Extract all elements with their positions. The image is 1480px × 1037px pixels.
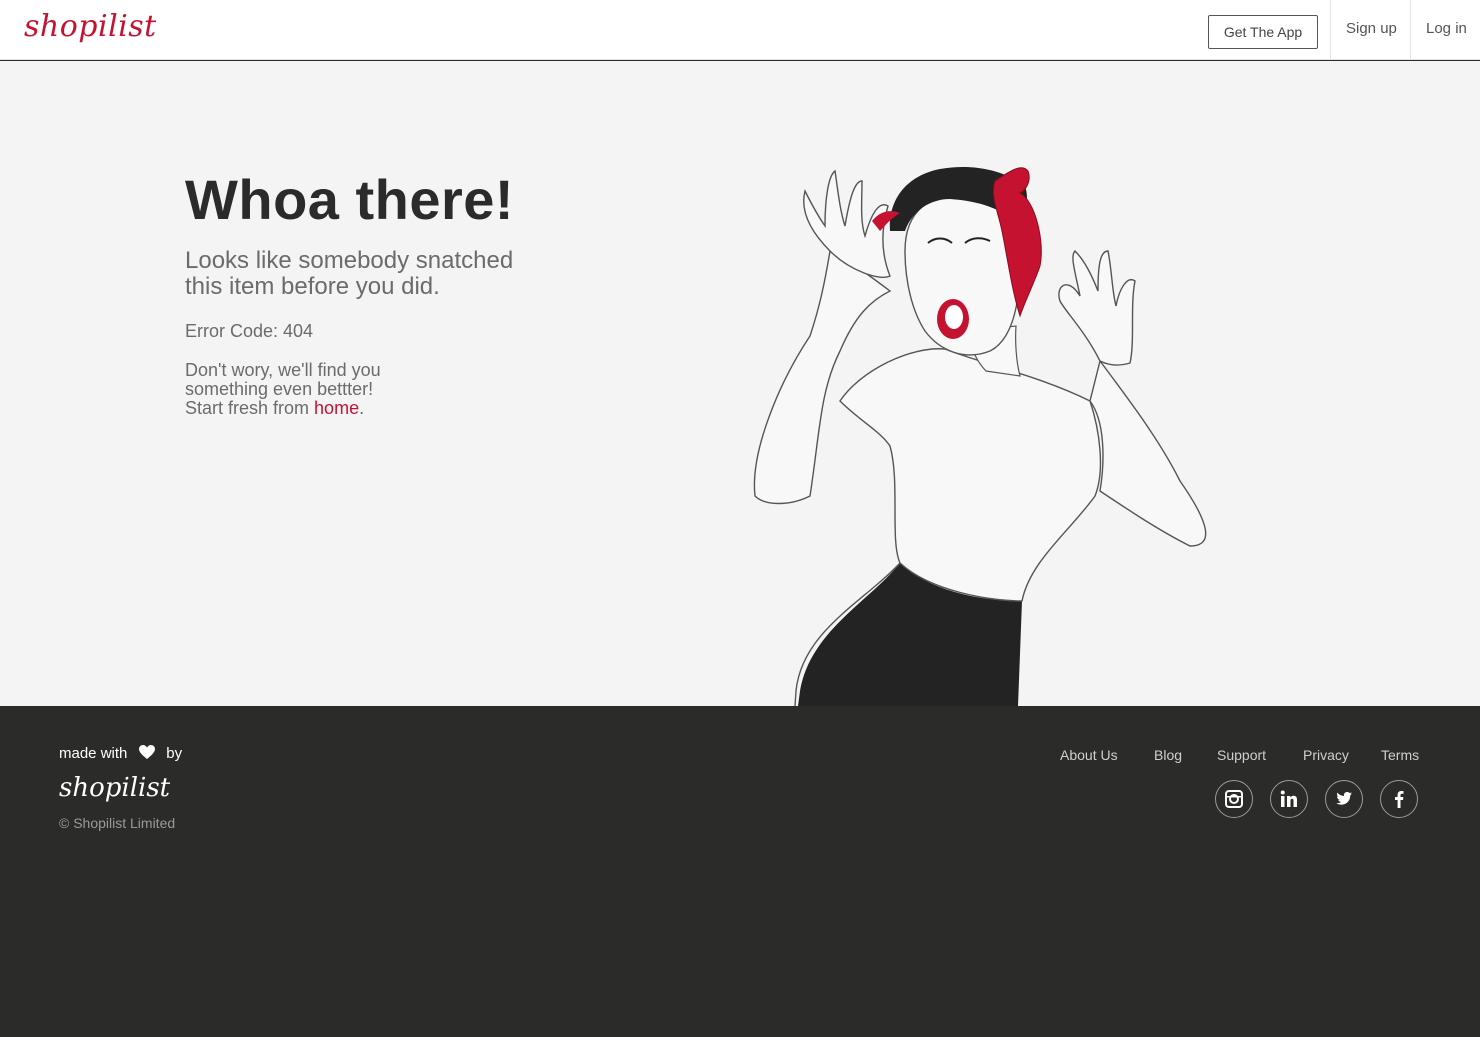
copyright: © Shopilist Limited — [59, 815, 176, 831]
login-link[interactable]: Log in — [1426, 20, 1467, 37]
start-fresh-text: Start fresh from — [185, 398, 315, 418]
page-title: Whoa there! — [185, 168, 515, 231]
instagram-icon — [1225, 790, 1243, 808]
message-line-2: something even bettter! — [185, 379, 374, 399]
footer-link-support[interactable]: Support — [1217, 747, 1266, 763]
error-message: Don't wory, we'll find you something eve… — [185, 361, 445, 418]
twitter-icon — [1336, 792, 1352, 805]
twitter-button[interactable] — [1325, 780, 1363, 818]
site-header: shopilist Get The App Sign up Log in — [0, 0, 1480, 60]
nav-divider — [1330, 0, 1331, 60]
instagram-button[interactable] — [1215, 780, 1253, 818]
facebook-icon — [1395, 791, 1404, 808]
get-the-app-button[interactable]: Get The App — [1208, 15, 1318, 49]
linkedin-icon — [1280, 790, 1297, 807]
signup-link[interactable]: Sign up — [1346, 20, 1397, 37]
footer-link-about-us[interactable]: About Us — [1060, 747, 1118, 763]
footer-link-blog[interactable]: Blog — [1154, 747, 1182, 763]
error-subtitle: Looks like somebody snatched this item b… — [185, 247, 514, 300]
heart-icon — [138, 745, 155, 759]
period-text: . — [359, 398, 365, 418]
home-link[interactable]: home — [314, 398, 359, 418]
footer-credit: made with by — [59, 744, 182, 763]
footer-link-terms[interactable]: Terms — [1381, 747, 1419, 763]
error-code: Error Code: 404 — [185, 321, 314, 341]
shopilist-logo[interactable]: shopilist — [24, 9, 157, 44]
message-line-3: Start fresh from home. — [185, 399, 445, 418]
nav-divider — [1410, 0, 1411, 60]
footer-link-privacy[interactable]: Privacy — [1303, 747, 1349, 763]
message-line-1: Don't wory, we'll find you — [185, 360, 381, 380]
facebook-button[interactable] — [1380, 780, 1418, 818]
surprised-woman-illustration — [753, 166, 1207, 706]
error-content: Whoa there! Looks like somebody snatched… — [0, 61, 1480, 706]
by-text: by — [166, 745, 183, 762]
linkedin-button[interactable] — [1270, 780, 1308, 818]
footer-logo[interactable]: shopilist — [59, 773, 170, 803]
made-with-text: made with — [59, 745, 128, 762]
